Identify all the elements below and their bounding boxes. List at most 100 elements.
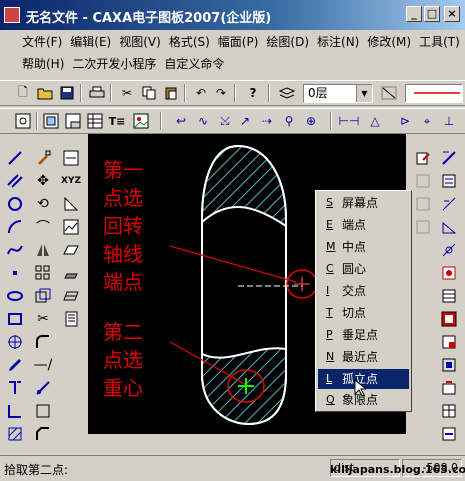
output-icon[interactable]: [438, 423, 460, 445]
paste-icon[interactable]: [162, 84, 180, 102]
angle-query-icon[interactable]: [438, 216, 460, 238]
mirror-icon[interactable]: [32, 239, 54, 261]
menu-format[interactable]: 格式(S): [165, 31, 214, 53]
menu-item-intersection[interactable]: I 交点: [318, 281, 409, 301]
menu-tools[interactable]: 工具(T): [415, 31, 464, 53]
layer-stack-icon[interactable]: [60, 308, 82, 330]
object-query-icon[interactable]: [438, 262, 460, 284]
disabled-tool-icon[interactable]: [412, 216, 434, 238]
spline-tool-icon[interactable]: [4, 239, 26, 261]
menu-item-nearest[interactable]: N 最近点: [318, 347, 409, 367]
move-icon[interactable]: ✥: [32, 170, 54, 192]
drawing-panel-icon[interactable]: [60, 147, 82, 169]
rotate-icon[interactable]: ⟲: [32, 193, 54, 215]
menu-file[interactable]: 文件(F): [18, 31, 66, 53]
linetype-icon[interactable]: [380, 84, 398, 102]
array-icon[interactable]: [32, 262, 54, 284]
ellipse-tool-icon[interactable]: [4, 285, 26, 307]
pin-icon[interactable]: ⚲: [280, 112, 298, 130]
fillet-icon[interactable]: [32, 331, 54, 353]
dim-edit-icon[interactable]: [438, 147, 460, 169]
menu-draw[interactable]: 绘图(D): [262, 31, 313, 53]
copy-icon[interactable]: [140, 84, 158, 102]
arc-tool-icon[interactable]: [4, 216, 26, 238]
leader-arrow-icon[interactable]: ↗: [236, 112, 254, 130]
parts-list-icon[interactable]: [86, 112, 104, 130]
trim-icon[interactable]: ⌒: [32, 216, 54, 238]
menu-dimension[interactable]: 标注(N): [313, 31, 363, 53]
arc-curve-icon[interactable]: ↩: [172, 112, 190, 130]
maximize-button[interactable]: □: [424, 6, 440, 22]
chamfer-icon[interactable]: [32, 423, 54, 445]
menu-sheet[interactable]: 幅面(P): [214, 31, 263, 53]
disabled-tool-icon[interactable]: [412, 193, 434, 215]
text-icon[interactable]: T≡: [108, 112, 126, 130]
undo-icon[interactable]: ↶: [192, 84, 210, 102]
line-tool-icon[interactable]: [4, 147, 26, 169]
new-file-icon[interactable]: 🗋: [14, 84, 32, 102]
ruler-angle-icon[interactable]: [60, 193, 82, 215]
library-icon[interactable]: [438, 354, 460, 376]
image-icon[interactable]: [132, 112, 150, 130]
layer-icon[interactable]: [278, 84, 296, 102]
circle-tool-icon[interactable]: [4, 193, 26, 215]
center-line-icon[interactable]: [4, 331, 26, 353]
extend-icon[interactable]: —/: [32, 354, 54, 376]
menu-modify[interactable]: 修改(M): [363, 31, 415, 53]
rectangle-tool-icon[interactable]: [4, 308, 26, 330]
pencil-tool-icon[interactable]: [4, 354, 26, 376]
menu-help[interactable]: 帮助(H): [18, 53, 68, 75]
title-block-icon[interactable]: [64, 112, 82, 130]
sheet-icon[interactable]: [438, 331, 460, 353]
minimize-button[interactable]: _: [406, 6, 422, 22]
disabled-tool-icon[interactable]: [412, 170, 434, 192]
parts-icon[interactable]: [438, 308, 460, 330]
chart-template-icon[interactable]: [60, 216, 82, 238]
break-line-icon[interactable]: ⇢: [258, 112, 276, 130]
cut-icon[interactable]: ✂: [118, 84, 136, 102]
point-tool-icon[interactable]: [4, 262, 26, 284]
edit-icon[interactable]: [412, 147, 434, 169]
layer-select[interactable]: 0层 ▼: [303, 84, 373, 103]
datum-icon[interactable]: ⊥: [440, 112, 458, 130]
double-arrow-icon[interactable]: ⤩: [216, 112, 234, 130]
equidistant-line-icon[interactable]: [4, 377, 26, 399]
plane-icon[interactable]: [60, 239, 82, 261]
brush-icon[interactable]: [32, 147, 54, 169]
menu-item-tangent[interactable]: T 切点: [318, 303, 409, 323]
property-icon[interactable]: [438, 170, 460, 192]
break-icon[interactable]: [32, 400, 54, 422]
help-icon[interactable]: ?: [244, 84, 262, 102]
menu-edit[interactable]: 编辑(E): [66, 31, 115, 53]
frame-icon[interactable]: [42, 112, 60, 130]
menu-item-endpoint[interactable]: E 端点: [318, 215, 409, 235]
zoom-window-icon[interactable]: [14, 112, 32, 130]
redo-icon[interactable]: ↷: [212, 84, 230, 102]
menu-custom-commands[interactable]: 自定义命令: [160, 53, 228, 75]
angle-dim-icon[interactable]: △: [366, 112, 384, 130]
menu-view[interactable]: 视图(V): [115, 31, 165, 53]
close-button[interactable]: ×: [444, 6, 460, 22]
menu-item-center[interactable]: C 圆心: [318, 259, 409, 279]
wave-line-icon[interactable]: ∿: [194, 112, 212, 130]
print-icon[interactable]: [88, 84, 106, 102]
menu-dev-programs[interactable]: 二次开发小程序: [68, 53, 160, 75]
scissors-icon[interactable]: ✂: [32, 308, 54, 330]
weld-icon[interactable]: ⌖: [418, 112, 436, 130]
block-icon[interactable]: ⊕: [302, 112, 320, 130]
roughness-icon[interactable]: ⊳: [396, 112, 414, 130]
query-icon[interactable]: [438, 193, 460, 215]
xyz-coordinate-icon[interactable]: XYZ: [60, 170, 82, 192]
menu-item-perpendicular[interactable]: P 垂足点: [318, 325, 409, 345]
stretch-icon[interactable]: [32, 377, 54, 399]
surface-icon[interactable]: [60, 285, 82, 307]
area-query-icon[interactable]: [438, 239, 460, 261]
table-icon[interactable]: [438, 400, 460, 422]
menu-item-screen-point[interactable]: S 屏幕点: [318, 193, 409, 213]
hatch-tool-icon[interactable]: [4, 423, 26, 445]
parallel-line-icon[interactable]: [4, 170, 26, 192]
scale-icon[interactable]: [32, 285, 54, 307]
solid-icon[interactable]: [60, 262, 82, 284]
open-folder-icon[interactable]: [36, 84, 54, 102]
color-select[interactable]: [405, 84, 463, 103]
